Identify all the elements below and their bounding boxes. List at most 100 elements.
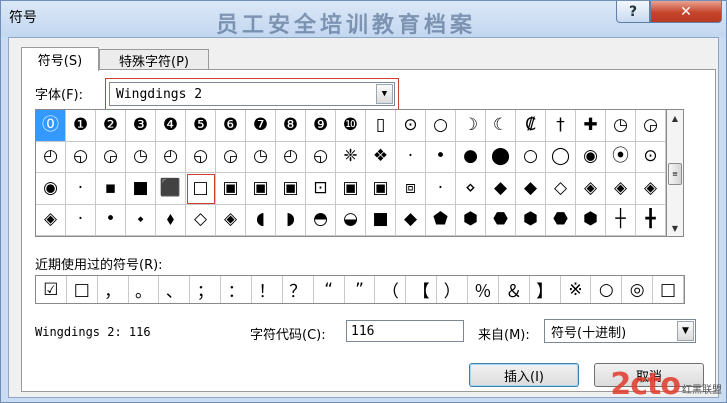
symbol-cell[interactable]: ▣ (336, 173, 366, 205)
symbol-cell[interactable]: ◶ (636, 110, 666, 142)
symbol-cell[interactable]: ⬢ (516, 204, 546, 236)
symbol-cell[interactable]: ○ (516, 141, 546, 173)
symbol-cell[interactable]: ◆ (396, 204, 426, 236)
symbol-cell[interactable]: ⓪ (36, 110, 66, 142)
symbol-cell[interactable]: ◴ (36, 141, 66, 173)
scroll-thumb[interactable]: ≡ (668, 163, 682, 185)
symbol-cell[interactable]: · (66, 173, 96, 205)
symbol-cell[interactable]: ▯ (366, 110, 396, 142)
symbol-cell[interactable]: ● (456, 141, 486, 173)
recent-symbols[interactable]: ☑ □，。、；：！？ “” （【）％＆】 ※ ○ ◎ □ (35, 275, 685, 304)
symbol-cell[interactable]: ◵ (186, 141, 216, 173)
symbol-cell[interactable]: ■ (126, 173, 156, 205)
symbol-grid[interactable]: ⓪ ❶ ❷ ❸ ❹ ❺ ❻ ❼ ❽ ❾ ❿ ▯ ⊙ ○ ☽ ☾ ₡ † ✚ ◷ ◶ ◴ ◵ ◶ ◷ ◴ ◵ ◶ ◷ ◴ ◵ ❈ ❖ · • ● ⬤ ○ ◯ ◉… (35, 109, 667, 237)
symbol-cell[interactable]: † (546, 110, 576, 142)
symbol-cell[interactable]: ◈ (606, 173, 636, 205)
symbol-cell[interactable]: ❽ (276, 110, 306, 142)
symbol-cell[interactable]: ⬤ (486, 141, 516, 173)
symbol-cell[interactable]: ₡ (516, 110, 546, 142)
recent-symbol-cell[interactable]: （ (375, 276, 407, 303)
symbol-cell[interactable]: ◶ (96, 141, 126, 173)
symbol-cell[interactable]: ❖ (366, 141, 396, 173)
close-button[interactable]: ✕ (650, 1, 722, 23)
symbol-cell[interactable]: ◗ (276, 204, 306, 236)
symbol-cell[interactable]: • (96, 204, 126, 236)
symbol-cell[interactable]: ⬧ (156, 204, 186, 236)
symbol-cell[interactable]: ◈ (576, 173, 606, 205)
symbol-grid-scrollbar[interactable]: ▲ ≡ ▼ (667, 109, 684, 237)
tab-symbols[interactable]: 符号(S) (21, 47, 99, 71)
symbol-cell[interactable]: □ (186, 173, 216, 205)
symbol-cell[interactable]: · (396, 141, 426, 173)
recent-symbol-cell[interactable]: ） (437, 276, 468, 303)
recent-symbol-cell[interactable]: ？ (283, 276, 314, 303)
symbol-cell[interactable]: ▣ (246, 173, 276, 205)
recent-symbol-cell[interactable]: ； (190, 276, 222, 303)
recent-symbol-cell[interactable]: ○ (591, 276, 623, 303)
symbol-cell[interactable]: ◆ (486, 173, 516, 205)
recent-symbol-cell[interactable]: ” (345, 276, 376, 303)
symbol-cell[interactable]: ◉ (576, 141, 606, 173)
symbol-cell[interactable]: ◴ (276, 141, 306, 173)
from-select[interactable]: 符号(十进制) ▼ (544, 319, 696, 343)
symbol-cell[interactable]: ◷ (126, 141, 156, 173)
symbol-cell[interactable]: ◓ (306, 204, 336, 236)
symbol-cell[interactable]: ⬛ (156, 173, 186, 205)
symbol-cell[interactable]: ⊙ (636, 141, 666, 173)
symbol-cell[interactable]: • (426, 141, 456, 173)
symbol-cell[interactable]: ⬟ (426, 204, 456, 236)
symbol-cell[interactable]: ◷ (246, 141, 276, 173)
symbol-cell[interactable]: ❼ (246, 110, 276, 142)
char-code-input[interactable]: 116 (346, 320, 464, 342)
recent-symbol-cell[interactable]: ： (221, 276, 252, 303)
symbol-cell[interactable]: ◷ (606, 110, 636, 142)
symbol-cell[interactable]: ⬣ (546, 204, 576, 236)
recent-symbol-cell[interactable]: ％ (468, 276, 499, 303)
symbol-cell[interactable]: ❶ (66, 110, 96, 142)
symbol-cell[interactable]: ☾ (486, 110, 516, 142)
symbol-cell[interactable]: ⬣ (486, 204, 516, 236)
recent-symbol-cell[interactable]: ＆ (499, 276, 530, 303)
symbol-cell[interactable]: ⧈ (396, 173, 426, 205)
symbol-cell[interactable]: ◖ (246, 204, 276, 236)
symbol-cell[interactable]: ❾ (306, 110, 336, 142)
symbol-cell[interactable]: ⦿ (606, 141, 636, 173)
symbol-cell[interactable]: ◶ (216, 141, 246, 173)
recent-symbol-cell[interactable]: □ (67, 276, 98, 303)
symbol-cell[interactable]: ❷ (96, 110, 126, 142)
chevron-down-icon[interactable]: ▼ (376, 84, 393, 104)
symbol-cell[interactable]: ▣ (366, 173, 396, 205)
symbol-cell[interactable]: ⋄ (456, 173, 486, 205)
symbol-cell[interactable]: · (66, 204, 96, 236)
symbol-cell[interactable]: ▪ (96, 173, 126, 205)
symbol-cell[interactable]: ⬢ (576, 204, 606, 236)
symbol-cell[interactable]: ❹ (156, 110, 186, 142)
symbol-cell[interactable]: ⊡ (306, 173, 336, 205)
symbol-cell[interactable]: ◵ (306, 141, 336, 173)
symbol-cell[interactable]: · (426, 173, 456, 205)
symbol-cell[interactable]: ◇ (186, 204, 216, 236)
recent-symbol-cell[interactable]: ， (98, 276, 129, 303)
symbol-cell[interactable]: ┼ (606, 204, 636, 236)
symbol-cell[interactable]: ❿ (336, 110, 366, 142)
symbol-cell[interactable]: ◈ (636, 173, 666, 205)
recent-symbol-cell[interactable]: □ (653, 276, 684, 303)
symbol-cell[interactable]: ╋ (636, 204, 666, 236)
recent-symbol-cell[interactable]: 。 (129, 276, 160, 303)
symbol-cell[interactable]: ⊙ (396, 110, 426, 142)
symbol-cell[interactable]: ◵ (66, 141, 96, 173)
symbol-cell[interactable]: ▣ (276, 173, 306, 205)
recent-symbol-cell[interactable]: “ (314, 276, 345, 303)
tab-special-characters[interactable]: 特殊字符(P) (99, 49, 209, 71)
title-bar[interactable]: 符号 员工安全培训教育档案 ? ✕ (1, 1, 726, 38)
symbol-cell[interactable]: ○ (426, 110, 456, 142)
recent-symbol-cell[interactable]: 【 (406, 276, 438, 303)
recent-symbol-cell[interactable]: ※ (561, 276, 592, 303)
recent-symbol-cell[interactable]: ！ (252, 276, 283, 303)
symbol-cell[interactable]: ❺ (186, 110, 216, 142)
symbol-cell[interactable]: ⬩ (126, 204, 156, 236)
symbol-cell[interactable]: ◈ (216, 204, 246, 236)
symbol-cell[interactable]: ✚ (576, 110, 606, 142)
symbol-cell[interactable]: ◈ (36, 204, 66, 236)
chevron-down-icon[interactable]: ▼ (677, 321, 694, 341)
